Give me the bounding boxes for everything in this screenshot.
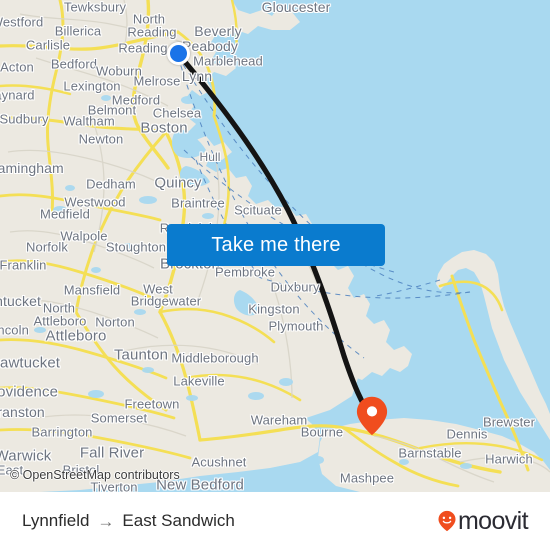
moovit-trip-map-screen: TewksburyGloucesterNorthReadingBeverlyWe… [0, 0, 550, 550]
route-destination-label: East Sandwich [122, 511, 235, 530]
map-pin-icon [356, 396, 388, 436]
moovit-pin-icon [438, 510, 456, 532]
take-me-there-button[interactable]: Take me there [167, 224, 385, 266]
moovit-wordmark: moovit [457, 506, 529, 535]
moovit-logo[interactable]: moovit [438, 506, 529, 536]
destination-marker-pin[interactable] [356, 396, 388, 436]
footer-bar: Lynnfield → East Sandwich moovit [0, 492, 550, 550]
arrow-right-icon: → [97, 511, 115, 531]
route-origin-label: Lynnfield [22, 511, 90, 530]
route-summary: Lynnfield → East Sandwich [22, 511, 235, 531]
map-attribution[interactable]: © OpenStreetMap contributors [10, 468, 180, 482]
origin-marker-dot[interactable] [167, 42, 190, 65]
map-canvas[interactable]: TewksburyGloucesterNorthReadingBeverlyWe… [0, 0, 550, 492]
